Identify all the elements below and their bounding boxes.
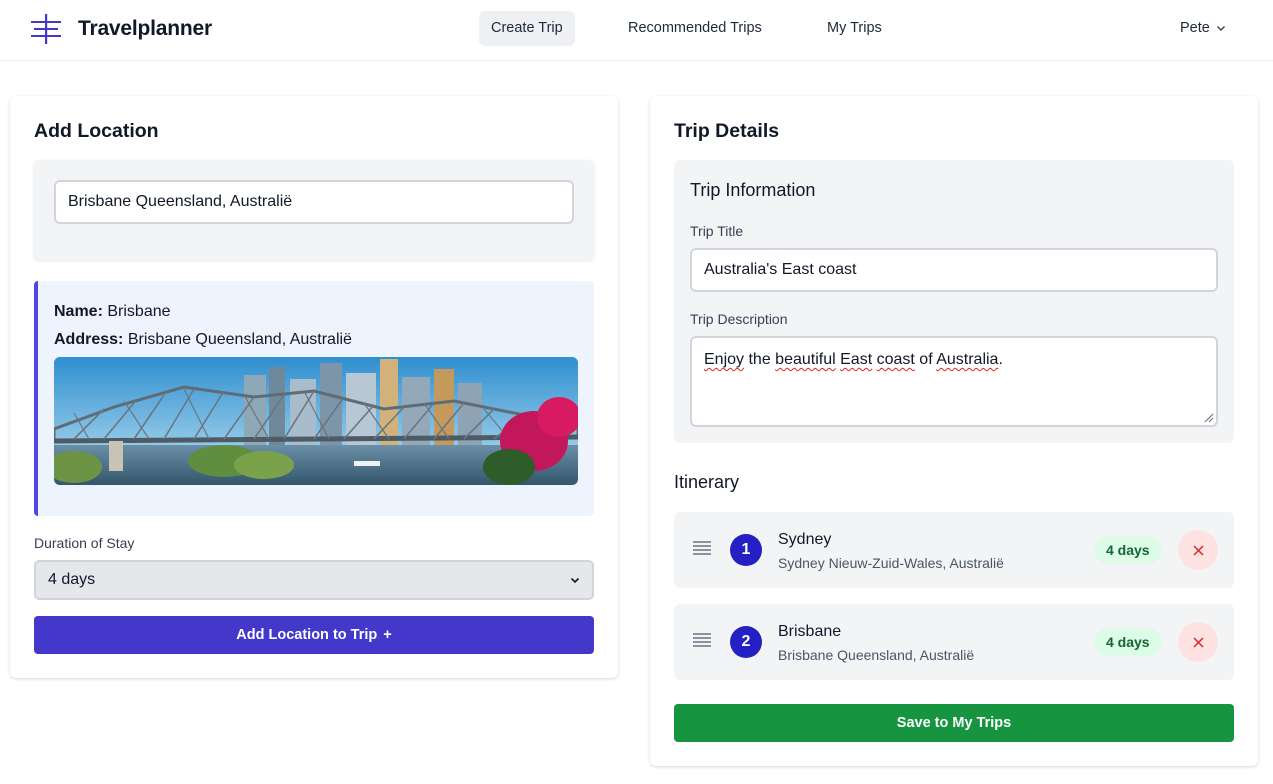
nav-recommended-trips[interactable]: Recommended Trips: [616, 11, 774, 46]
drag-handle-icon[interactable]: [693, 633, 711, 647]
drag-handle-icon[interactable]: [693, 541, 711, 555]
itinerary-title: Itinerary: [674, 472, 740, 492]
duration-label: Duration of Stay: [34, 535, 135, 551]
add-location-to-trip-button[interactable]: Add Location to Trip +: [34, 616, 594, 654]
remove-location-button[interactable]: [1178, 622, 1218, 662]
trip-title-label: Trip Title: [690, 223, 744, 239]
description-text: the: [744, 351, 776, 368]
duration-badge: 4 days: [1094, 536, 1162, 564]
description-word: Enjoy: [704, 351, 745, 368]
user-name: Pete: [1180, 20, 1210, 36]
add-location-title: Add Location: [34, 120, 159, 142]
itinerary-number: 2: [730, 626, 762, 658]
close-icon: [1192, 636, 1204, 648]
description-word: Australia: [936, 351, 999, 368]
bridge-photo-image: [54, 357, 578, 485]
itinerary-item[interactable]: 1 Sydney Sydney Nieuw-Zuid-Wales, Austra…: [674, 512, 1234, 588]
itinerary-name: Sydney: [778, 531, 832, 548]
duration-badge: 4 days: [1094, 628, 1162, 656]
duration-value: 4 days: [48, 571, 96, 588]
location-address-value: Brisbane Queensland, Australië: [127, 331, 352, 348]
location-name-line: Name: Brisbane: [54, 303, 171, 321]
location-address-label: Address:: [54, 331, 124, 348]
description-word: coast: [876, 351, 915, 368]
nav-my-trips[interactable]: My Trips: [815, 11, 894, 46]
description-text: .: [998, 351, 1003, 368]
add-location-button-label: Add Location to Trip: [236, 627, 378, 643]
travelplanner-logo-icon[interactable]: [30, 13, 62, 45]
itinerary-item[interactable]: 2 Brisbane Brisbane Queensland, Australi…: [674, 604, 1234, 680]
trip-details-card: Trip Details Trip Information Trip Title…: [650, 96, 1258, 766]
location-name-label: Name:: [54, 303, 103, 320]
top-navigation-bar: Travelplanner Create Trip Recommended Tr…: [0, 0, 1273, 61]
chevron-down-icon: [1216, 26, 1225, 31]
chevron-down-icon: [570, 577, 580, 584]
location-preview: Name: Brisbane Address: Brisbane Queensl…: [34, 281, 594, 516]
itinerary-address: Sydney Nieuw-Zuid-Wales, Australië: [778, 555, 1004, 571]
location-photo: [54, 357, 578, 485]
trip-description-label: Trip Description: [690, 311, 788, 327]
description-word: East: [840, 351, 873, 368]
resize-handle-icon[interactable]: [1203, 412, 1214, 423]
location-search-input[interactable]: Brisbane Queensland, Australië: [54, 180, 574, 224]
remove-location-button[interactable]: [1178, 530, 1218, 570]
trip-information-panel: Trip Information Trip Title Australia's …: [674, 160, 1234, 443]
location-search-panel: Brisbane Queensland, Australië: [34, 160, 594, 260]
brand-name[interactable]: Travelplanner: [78, 17, 212, 41]
trip-title-input[interactable]: Australia's East coast: [690, 248, 1218, 292]
trip-description-textarea[interactable]: Enjoy the beautiful East coast of Austra…: [690, 336, 1218, 427]
nav-create-trip[interactable]: Create Trip: [479, 11, 575, 46]
location-address-line: Address: Brisbane Queensland, Australië: [54, 331, 352, 349]
trip-details-title: Trip Details: [674, 120, 780, 142]
duration-select[interactable]: 4 days: [34, 560, 594, 600]
description-text: of: [914, 351, 937, 368]
close-icon: [1192, 544, 1204, 556]
plus-icon: +: [383, 627, 392, 643]
trip-information-title: Trip Information: [690, 180, 816, 200]
location-name-value: Brisbane: [107, 303, 171, 320]
itinerary-number: 1: [730, 534, 762, 566]
save-to-my-trips-button[interactable]: Save to My Trips: [674, 704, 1234, 742]
description-word: beautiful: [775, 351, 836, 368]
add-location-card: Add Location Brisbane Queensland, Austra…: [10, 96, 618, 678]
user-menu[interactable]: Pete: [1180, 20, 1226, 36]
itinerary-name: Brisbane: [778, 623, 842, 640]
itinerary-address: Brisbane Queensland, Australië: [778, 647, 975, 663]
